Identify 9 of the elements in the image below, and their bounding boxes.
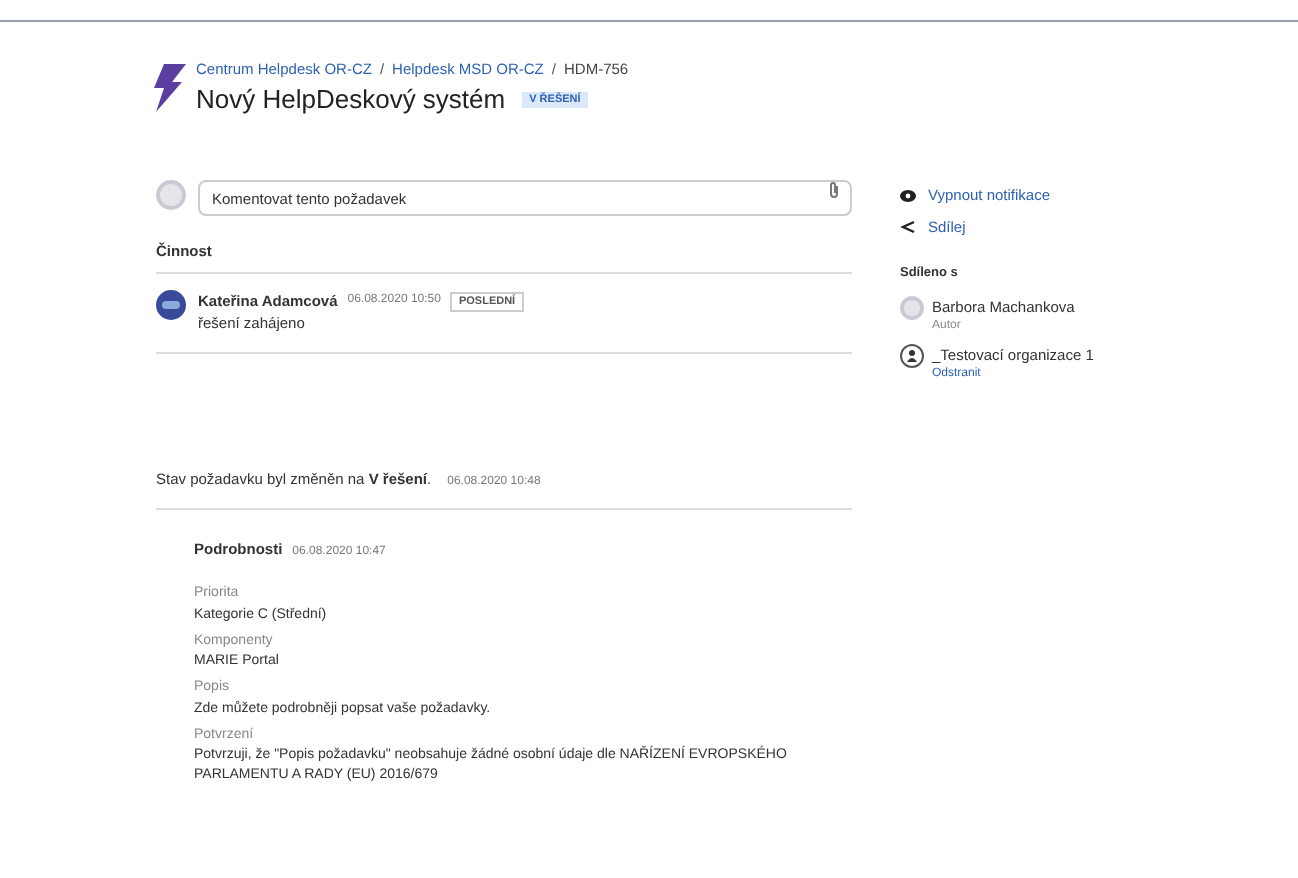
avatar xyxy=(900,295,924,319)
eye-icon xyxy=(900,189,916,202)
organization-icon xyxy=(900,343,924,368)
avatar-icon xyxy=(156,290,186,320)
paperclip-icon[interactable] xyxy=(828,181,840,198)
share-icon xyxy=(900,220,916,235)
issue-title: Nový HelpDeskový systém xyxy=(196,82,506,119)
lightning-icon xyxy=(152,64,188,112)
avatar xyxy=(156,180,186,211)
